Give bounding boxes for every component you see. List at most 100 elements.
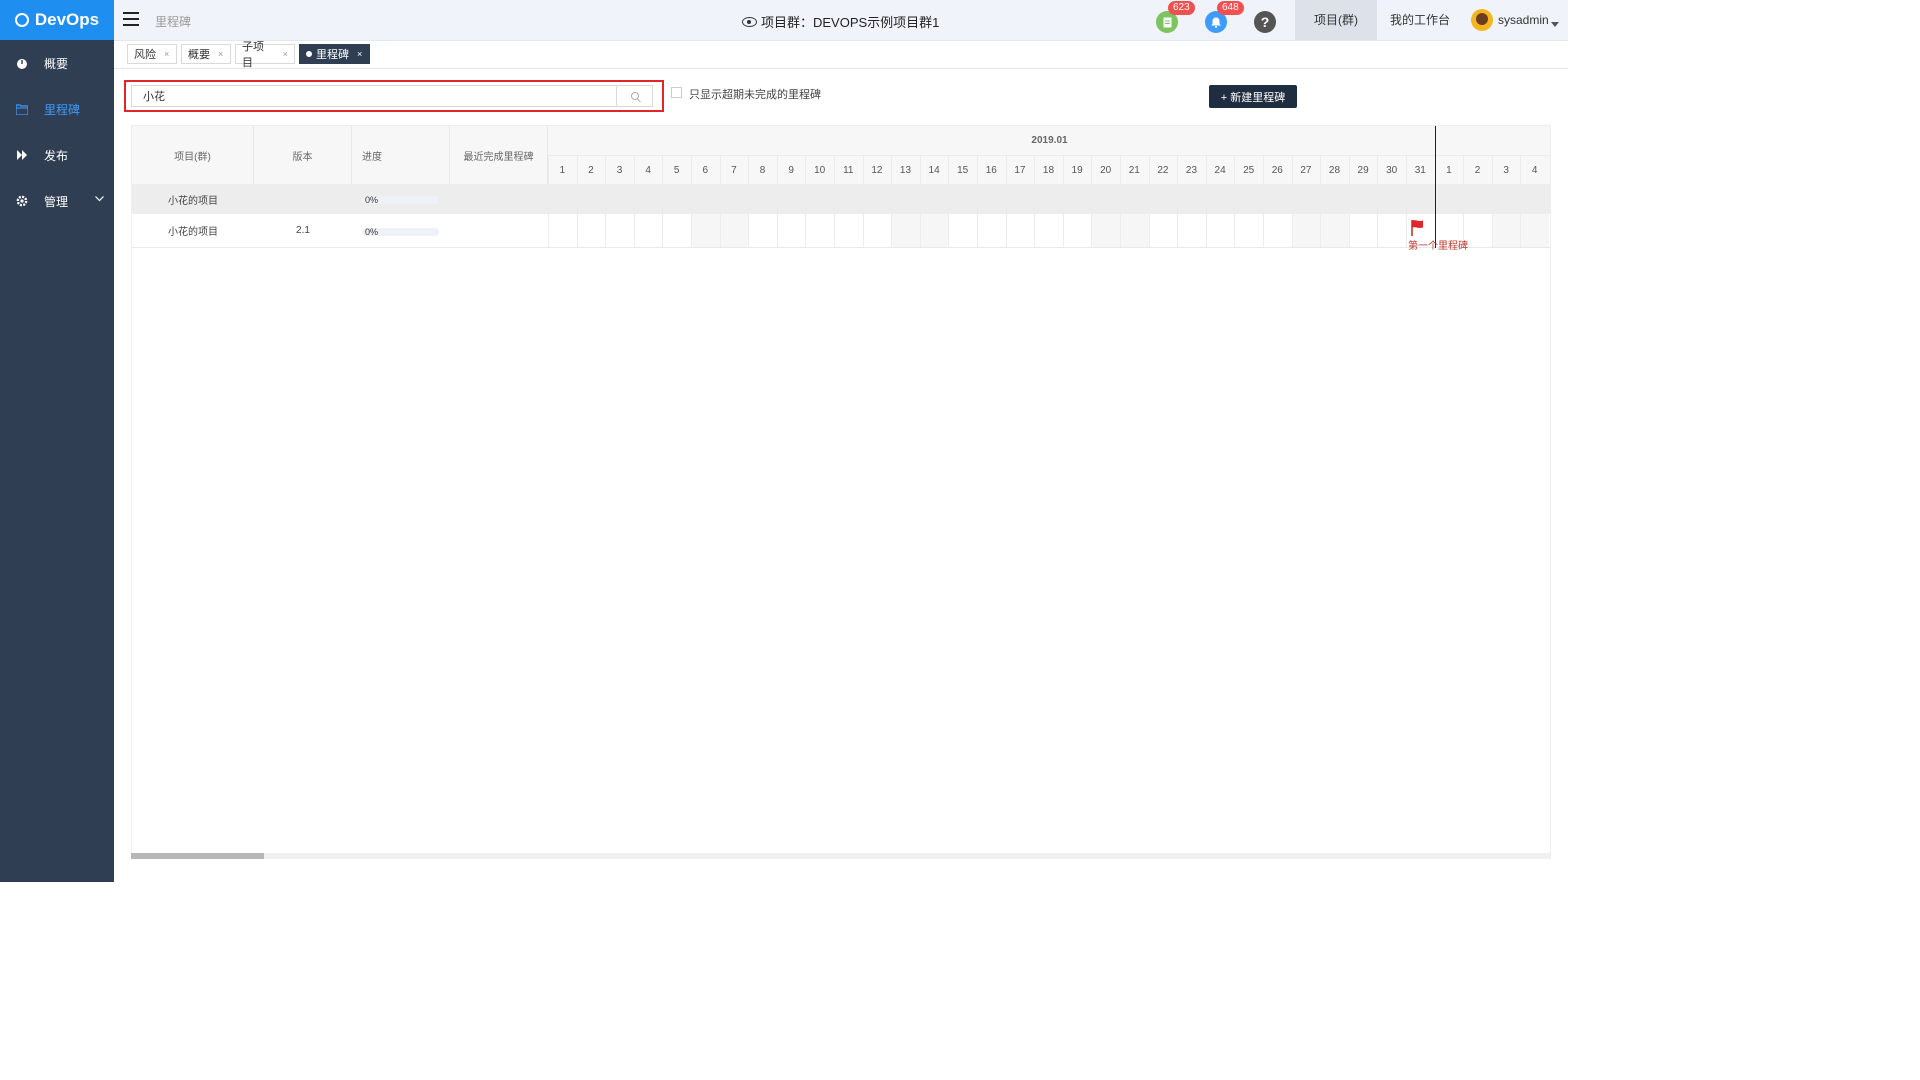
tab-project-group[interactable]: 项目(群) bbox=[1295, 0, 1377, 40]
day-header: 10 bbox=[814, 164, 826, 176]
close-icon[interactable]: × bbox=[164, 49, 169, 59]
sidebar-item-manage[interactable]: 管理 bbox=[0, 178, 114, 224]
help-icon[interactable]: ? bbox=[1254, 11, 1276, 33]
brand-logo[interactable]: DevOps bbox=[0, 0, 114, 40]
day-header: 6 bbox=[702, 164, 709, 176]
day-gridline bbox=[1377, 156, 1379, 247]
close-icon[interactable]: × bbox=[218, 49, 223, 59]
day-header: 4 bbox=[645, 164, 651, 176]
sidebar: DevOps 概要 里程碑 发布 管理 bbox=[0, 0, 114, 882]
column-header-project: 项目(群) bbox=[132, 126, 254, 184]
day-gridline bbox=[1291, 156, 1293, 247]
tab-subproject[interactable]: 子项目 × bbox=[235, 41, 295, 69]
overdue-only-checkbox[interactable] bbox=[671, 87, 682, 98]
day-header: 7 bbox=[731, 164, 737, 176]
weekend-cell bbox=[1120, 214, 1149, 247]
bell-icon[interactable]: 648 bbox=[1205, 1, 1244, 33]
row-project[interactable]: 小花的项目 bbox=[132, 214, 254, 247]
devops-logo-icon bbox=[14, 13, 29, 27]
month-header: 2019.01 bbox=[548, 126, 1550, 156]
day-header: 1 bbox=[1446, 164, 1452, 176]
row-version: 2.1 bbox=[296, 225, 310, 236]
tab-overview[interactable]: 概要 × bbox=[181, 44, 231, 64]
day-gridline bbox=[1091, 156, 1093, 247]
day-header: 31 bbox=[1414, 164, 1426, 176]
day-header: 3 bbox=[616, 164, 623, 176]
day-gridline bbox=[1205, 156, 1207, 247]
user-name[interactable]: sysadmin bbox=[1498, 0, 1549, 40]
progress-text: 0% bbox=[365, 195, 379, 205]
day-header: 16 bbox=[985, 164, 997, 176]
close-icon[interactable]: × bbox=[357, 49, 362, 59]
tab-label: 里程碑 bbox=[316, 49, 349, 61]
row-project[interactable]: 小花的项目 bbox=[132, 184, 254, 214]
day-header: 8 bbox=[759, 164, 766, 176]
sidebar-item-overview[interactable]: 概要 bbox=[0, 40, 114, 86]
tab-label: 风险 bbox=[134, 49, 156, 61]
weekend-cell bbox=[1320, 214, 1349, 247]
day-gridline bbox=[1406, 156, 1407, 247]
day-header: 18 bbox=[1042, 164, 1055, 176]
day-gridline bbox=[576, 156, 578, 247]
search-button[interactable] bbox=[616, 85, 653, 107]
day-gridline bbox=[1348, 156, 1350, 247]
horizontal-scrollbar-track[interactable] bbox=[131, 853, 1551, 859]
day-header: 15 bbox=[957, 164, 969, 176]
day-gridline bbox=[891, 156, 893, 247]
eye-icon[interactable] bbox=[742, 16, 757, 27]
sidebar-item-label: 概要 bbox=[44, 56, 69, 71]
sidebar-item-label: 里程碑 bbox=[44, 102, 81, 117]
user-menu-chevron-icon[interactable] bbox=[1551, 17, 1559, 31]
day-gridline bbox=[1177, 156, 1179, 247]
new-milestone-button[interactable]: + 新建里程碑 bbox=[1209, 85, 1297, 108]
day-header: 27 bbox=[1300, 164, 1312, 176]
weekend-cell bbox=[919, 214, 949, 247]
horizontal-scrollbar-thumb[interactable] bbox=[131, 853, 264, 859]
day-gridline bbox=[548, 156, 549, 247]
day-gridline bbox=[1005, 156, 1007, 247]
search-input[interactable] bbox=[131, 85, 617, 107]
day-gridline bbox=[948, 156, 950, 247]
breadcrumb[interactable]: 里程碑 bbox=[155, 13, 191, 30]
open-tabs-bar: 风险 × 概要 × 子项目 × 里程碑 × bbox=[114, 41, 1568, 69]
day-header: 4 bbox=[1531, 164, 1538, 176]
day-header: 1 bbox=[559, 164, 566, 176]
todo-icon[interactable]: 623 bbox=[1156, 1, 1195, 33]
today-marker bbox=[1434, 126, 1436, 248]
day-gridline bbox=[662, 156, 664, 247]
sidebar-item-release[interactable]: 发布 bbox=[0, 132, 114, 178]
day-header: 19 bbox=[1071, 164, 1083, 176]
menu-toggle-icon[interactable] bbox=[123, 12, 139, 30]
sidebar-item-label: 管理 bbox=[44, 194, 69, 209]
column-header-latest-milestone: 最近完成里程碑 bbox=[450, 126, 548, 184]
weekend-cell bbox=[891, 214, 920, 247]
day-header: 26 bbox=[1271, 164, 1283, 176]
weekend-cell bbox=[691, 214, 720, 247]
folder-icon bbox=[16, 103, 28, 115]
sidebar-item-milestone[interactable]: 里程碑 bbox=[0, 86, 114, 132]
column-header-progress: 进度 bbox=[352, 126, 450, 184]
day-gridline bbox=[1062, 156, 1064, 247]
top-bar: 里程碑 项目群：DEVOPS示例项目群1 623 648 ? 项目(群) 我的工… bbox=[114, 0, 1568, 41]
tab-my-workbench[interactable]: 我的工作台 bbox=[1377, 0, 1463, 40]
column-header-version: 版本 bbox=[254, 126, 352, 184]
day-gridline bbox=[719, 156, 721, 247]
day-gridline bbox=[977, 156, 978, 247]
day-header: 3 bbox=[1503, 164, 1509, 176]
active-dot-icon bbox=[306, 51, 312, 57]
tab-risk[interactable]: 风险 × bbox=[127, 44, 177, 64]
brand-name: DevOps bbox=[34, 10, 100, 29]
weekend-cell bbox=[1491, 214, 1521, 247]
day-header: 23 bbox=[1185, 164, 1198, 176]
tab-milestone[interactable]: 里程碑 × bbox=[299, 44, 370, 64]
close-icon[interactable]: × bbox=[283, 49, 288, 59]
day-header: 22 bbox=[1157, 164, 1169, 176]
search-icon bbox=[630, 92, 639, 100]
row-version bbox=[254, 184, 352, 214]
day-gridline bbox=[1320, 156, 1322, 247]
day-gridline bbox=[1520, 156, 1522, 247]
avatar[interactable] bbox=[1471, 9, 1493, 31]
day-header: 12 bbox=[871, 164, 883, 176]
gear-icon bbox=[16, 195, 28, 207]
milestone-label[interactable]: 第一个里程碑 bbox=[1408, 237, 1468, 252]
